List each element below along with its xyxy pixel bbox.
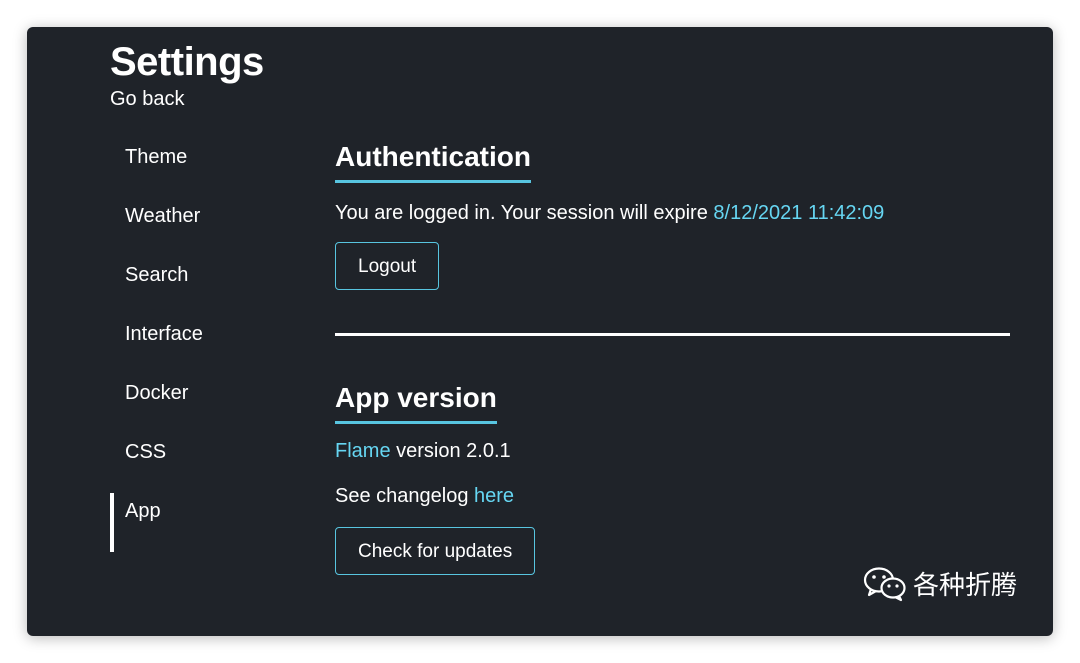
sidebar-item-theme[interactable]: Theme [110,139,300,198]
session-status: You are logged in. Your session will exp… [335,200,1011,226]
page-title: Settings [110,40,264,84]
authentication-section: Authentication You are logged in. Your s… [335,139,1011,290]
sidebar-item-css[interactable]: CSS [110,434,300,493]
watermark: 各种折腾 [863,565,1017,602]
active-indicator [110,434,114,493]
check-updates-button[interactable]: Check for updates [335,527,536,575]
active-indicator [110,198,114,257]
active-indicator [110,139,114,198]
wechat-icon [863,566,907,602]
authentication-heading: Authentication [335,139,531,183]
sidebar-item-interface[interactable]: Interface [110,316,300,375]
changelog-info: See changelog here [335,483,1011,509]
sidebar-item-search[interactable]: Search [110,257,300,316]
active-indicator [110,257,114,316]
changelog-link[interactable]: here [474,485,514,507]
settings-sidebar: Theme Weather Search Interface Docker CS… [110,139,300,552]
watermark-text: 各种折腾 [912,571,1017,601]
sidebar-item-app[interactable]: App [110,493,300,552]
session-expiry: 8/12/2021 11:42:09 [713,202,885,224]
sidebar-item-label: CSS [125,441,167,463]
settings-content: Authentication You are logged in. Your s… [335,139,1011,575]
active-indicator [110,493,114,552]
settings-window: Settings Go back Theme Weather Search In… [27,27,1053,636]
sidebar-item-label: App [125,500,161,522]
sidebar-item-label: Search [125,264,189,286]
app-version-section: App version Flame version 2.0.1 See chan… [335,336,1011,575]
sidebar-item-weather[interactable]: Weather [110,198,300,257]
version-info: Flame version 2.0.1 [335,438,1011,464]
active-indicator [110,375,114,434]
sidebar-item-label: Interface [125,323,203,345]
sidebar-item-label: Docker [125,382,189,404]
active-indicator [110,316,114,375]
sidebar-item-label: Theme [125,146,188,168]
flame-link[interactable]: Flame [335,440,391,462]
session-status-text: You are logged in. Your session will exp… [335,202,714,224]
version-text: version 2.0.1 [390,440,511,462]
sidebar-item-label: Weather [125,205,201,227]
go-back-link[interactable]: Go back [110,87,184,111]
logout-button[interactable]: Logout [335,242,440,290]
sidebar-item-docker[interactable]: Docker [110,375,300,434]
changelog-text: See changelog [335,485,475,507]
app-version-heading: App version [335,380,497,424]
